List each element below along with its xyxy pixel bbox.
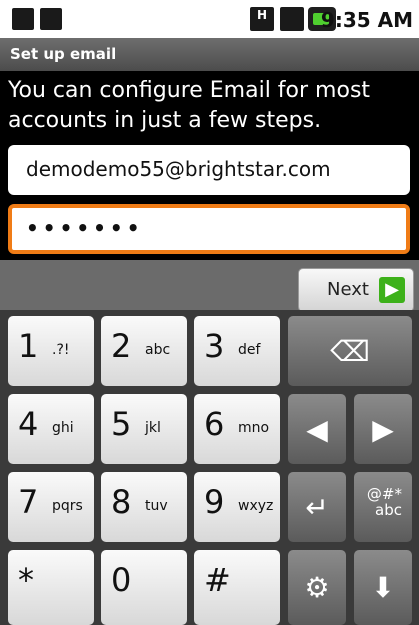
left-arrow-icon: ◀ bbox=[306, 412, 328, 446]
keyboard: 1 .?! 2 abc 3 def ⌫ 4 ghi 5 jkl 6 mno ◀ … bbox=[0, 310, 419, 625]
usb-icon bbox=[12, 8, 34, 30]
status-bar: H 9:35 AM bbox=[0, 0, 419, 38]
symbols-label: @#* abc bbox=[366, 485, 402, 519]
next-label: Next bbox=[327, 279, 369, 300]
key-7[interactable]: 7 pqrs bbox=[8, 472, 94, 542]
signal-strength-icon bbox=[280, 7, 304, 31]
right-arrow-icon: ▶ bbox=[372, 412, 394, 446]
backspace-icon: ⌫ bbox=[330, 334, 370, 368]
enter-icon: ↵ bbox=[305, 490, 329, 524]
key-8[interactable]: 8 tuv bbox=[101, 472, 187, 542]
key-2[interactable]: 2 abc bbox=[101, 316, 187, 386]
hspa-icon: H bbox=[250, 7, 274, 31]
email-value: demodemo55@brightstar.com bbox=[26, 157, 331, 181]
cursor-left-key[interactable]: ◀ bbox=[288, 394, 346, 464]
intro-text: You can configure Email for most account… bbox=[8, 78, 371, 133]
key-1[interactable]: 1 .?! bbox=[8, 316, 94, 386]
email-field[interactable]: demodemo55@brightstar.com bbox=[8, 145, 410, 195]
password-field[interactable]: ••••••• bbox=[8, 204, 410, 254]
cursor-right-key[interactable]: ▶ bbox=[354, 394, 412, 464]
key-hash[interactable]: # bbox=[194, 550, 280, 625]
hide-keyboard-key[interactable]: ⬇ bbox=[354, 550, 412, 625]
key-5[interactable]: 5 jkl bbox=[101, 394, 187, 464]
password-value: ••••••• bbox=[26, 216, 144, 240]
title-bar: Set up email bbox=[0, 38, 419, 71]
enter-key[interactable]: ↵ bbox=[288, 472, 346, 542]
key-star[interactable]: * bbox=[8, 550, 94, 625]
key-9[interactable]: 9 wxyz bbox=[194, 472, 280, 542]
android-icon bbox=[40, 8, 62, 30]
gear-icon: ⚙ bbox=[304, 571, 330, 604]
key-3[interactable]: 3 def bbox=[194, 316, 280, 386]
key-4[interactable]: 4 ghi bbox=[8, 394, 94, 464]
next-button[interactable]: Next ▶ bbox=[298, 268, 414, 312]
key-6[interactable]: 6 mno bbox=[194, 394, 280, 464]
next-arrow-icon: ▶ bbox=[379, 277, 405, 303]
settings-key[interactable]: ⚙ bbox=[288, 550, 346, 625]
key-0[interactable]: 0 bbox=[101, 550, 187, 625]
backspace-key[interactable]: ⌫ bbox=[288, 316, 412, 386]
status-time: 9:35 AM bbox=[320, 8, 413, 32]
symbols-key[interactable]: @#* abc bbox=[354, 472, 412, 542]
download-arrow-icon: ⬇ bbox=[371, 571, 395, 604]
